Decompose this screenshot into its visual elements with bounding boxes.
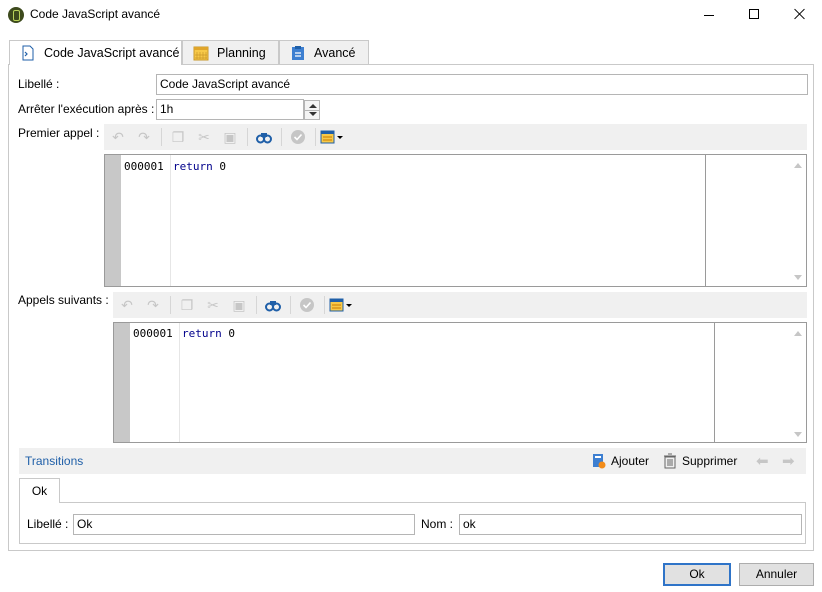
duration-spinner[interactable]: [304, 100, 320, 120]
check-syntax-icon[interactable]: [299, 297, 315, 313]
undo-icon[interactable]: ↶: [119, 297, 135, 313]
code-value: 0: [228, 327, 235, 340]
trash-icon[interactable]: [662, 453, 678, 469]
tab-javascript-code[interactable]: Code JavaScript avancé: [9, 40, 182, 65]
calendar-icon: [193, 45, 209, 61]
line-number: 000001: [133, 327, 173, 340]
next-calls-label: Appels suivants :: [18, 293, 109, 307]
redo-icon[interactable]: ↷: [145, 297, 161, 313]
cut-icon[interactable]: ✂: [196, 129, 212, 145]
next-calls-toolbar: ↶ ↷ ❐ ✂ ▣: [113, 292, 807, 318]
add-button[interactable]: Ajouter: [611, 454, 649, 468]
maximize-icon: [749, 9, 759, 19]
tab-label: Code JavaScript avancé: [44, 46, 180, 60]
window-title: Code JavaScript avancé: [30, 7, 161, 21]
transitions-label: Transitions: [25, 454, 84, 468]
find-icon[interactable]: [265, 297, 281, 313]
script-icon: [20, 45, 36, 61]
minimize-icon: [704, 15, 714, 16]
app-icon: [8, 7, 24, 23]
label-input[interactable]: Code JavaScript avancé: [156, 74, 808, 95]
spin-up-icon[interactable]: [309, 104, 317, 108]
stop-after-label: Arrêter l'exécution après :: [18, 102, 155, 116]
clipboard-icon: [290, 45, 306, 61]
undo-icon[interactable]: ↶: [110, 129, 126, 145]
code-value: 0: [219, 160, 226, 173]
tab-planning[interactable]: Planning: [182, 40, 279, 64]
transition-label-input[interactable]: Ok: [73, 514, 415, 535]
code-line: return 0: [173, 160, 226, 173]
first-call-editor[interactable]: 000001 return 0: [104, 154, 807, 287]
transition-tab-label: Ok: [31, 484, 48, 498]
transition-name-input[interactable]: ok: [459, 514, 802, 535]
redo-icon[interactable]: ↷: [136, 129, 152, 145]
tab-advanced[interactable]: Avancé: [279, 40, 369, 64]
code-keyword: return: [182, 327, 222, 340]
code-keyword: return: [173, 160, 213, 173]
cut-icon[interactable]: ✂: [205, 297, 221, 313]
arrow-left-icon[interactable]: ⬅: [756, 452, 769, 470]
first-call-toolbar: ↶ ↷ ❐ ✂ ▣: [104, 124, 807, 150]
tab-label: Planning: [217, 45, 266, 60]
transition-label-label: Libellé :: [27, 517, 69, 531]
scroll-up-icon[interactable]: [794, 163, 802, 168]
minimize-button[interactable]: [686, 0, 732, 30]
transitions-bar: Transitions Ajouter Supprimer ⬅ ➡: [19, 448, 806, 474]
paste-icon[interactable]: ▣: [231, 297, 247, 313]
arrow-right-icon[interactable]: ➡: [782, 452, 795, 470]
next-calls-editor[interactable]: 000001 return 0: [113, 322, 807, 443]
transition-tab-ok[interactable]: Ok: [19, 478, 60, 503]
add-transition-icon[interactable]: [591, 453, 607, 469]
scroll-down-icon[interactable]: [794, 432, 802, 437]
code-line: return 0: [182, 327, 235, 340]
label-field-label: Libellé :: [18, 77, 60, 91]
tab-label: Avancé: [314, 45, 356, 60]
scroll-up-icon[interactable]: [794, 331, 802, 336]
title-bar: Code JavaScript avancé: [0, 0, 822, 30]
stop-after-input[interactable]: 1h: [156, 99, 304, 120]
insert-menu-icon[interactable]: [320, 129, 344, 145]
scroll-down-icon[interactable]: [794, 275, 802, 280]
find-icon[interactable]: [256, 129, 272, 145]
transition-name-label: Nom :: [421, 517, 454, 531]
delete-button[interactable]: Supprimer: [682, 454, 737, 468]
close-button[interactable]: [777, 0, 822, 30]
line-number: 000001: [124, 160, 164, 173]
cancel-button[interactable]: Annuler: [739, 563, 814, 586]
check-syntax-icon[interactable]: [290, 129, 306, 145]
ok-button[interactable]: Ok: [663, 563, 731, 586]
copy-icon[interactable]: ❐: [179, 297, 195, 313]
paste-icon[interactable]: ▣: [222, 129, 238, 145]
maximize-button[interactable]: [731, 0, 777, 30]
insert-menu-icon[interactable]: [329, 297, 353, 313]
copy-icon[interactable]: ❐: [170, 129, 186, 145]
spin-down-icon[interactable]: [309, 112, 317, 116]
first-call-label: Premier appel :: [18, 126, 100, 140]
